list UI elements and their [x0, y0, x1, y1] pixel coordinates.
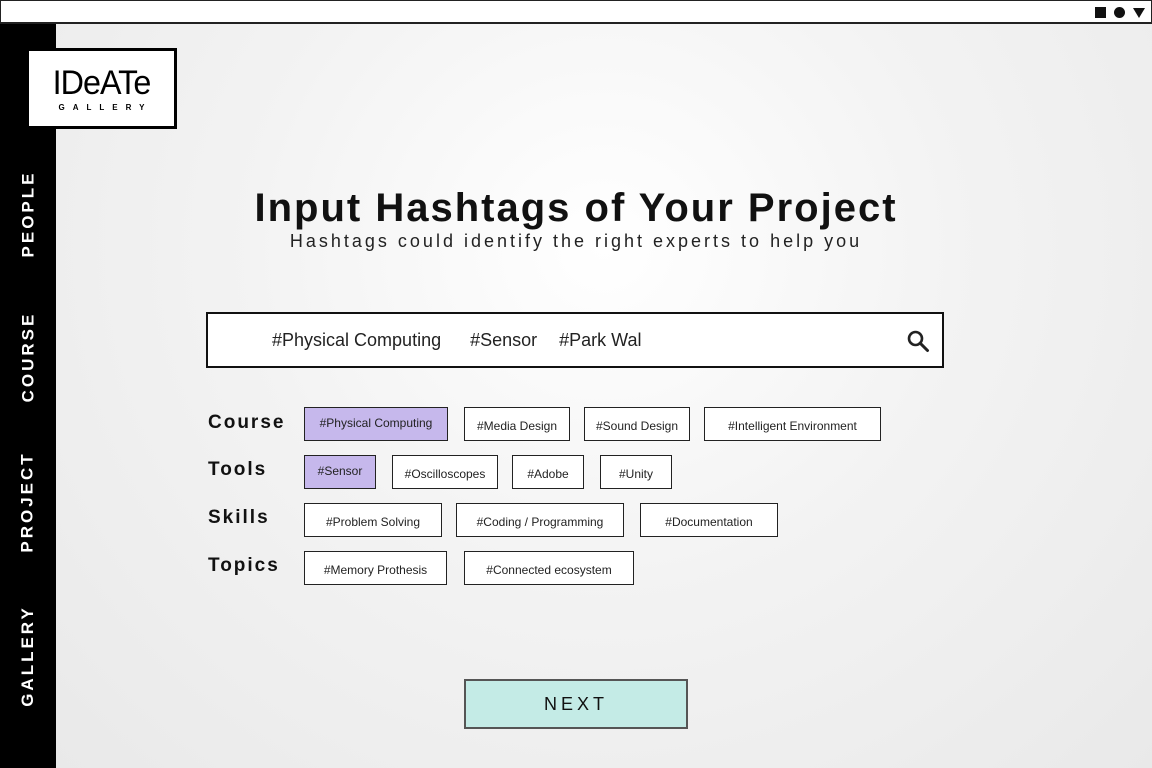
page-title: Input Hashtags of Your Project	[254, 186, 898, 230]
hashtag-search-input[interactable]: #Physical Computing #Sensor #Park Wal	[206, 312, 944, 368]
nav-item-gallery[interactable]: GALLERY	[0, 596, 56, 716]
logo-text: IDeATe	[52, 63, 152, 102]
next-button[interactable]: NEXT	[464, 679, 688, 729]
nav-item-course[interactable]: COURSE	[0, 297, 56, 417]
sidebar: PEOPLE COURSE PROJECT GALLERY	[0, 24, 56, 768]
tag-chip[interactable]: #Adobe	[512, 455, 584, 489]
search-icon[interactable]	[906, 329, 930, 353]
main-content	[56, 24, 1152, 768]
tag-chip[interactable]: #Oscilloscopes	[392, 455, 498, 489]
tag-chip[interactable]: #Media Design	[464, 407, 570, 441]
tag-chip[interactable]: #Connected ecosystem	[464, 551, 634, 585]
tag-chip[interactable]: #Documentation	[640, 503, 778, 537]
entered-hashtag[interactable]: #Physical Computing	[272, 330, 441, 351]
category-label-tools: Tools	[208, 459, 268, 480]
tag-chip-selected[interactable]: #Sensor	[304, 455, 376, 489]
tag-chip[interactable]: #Intelligent Environment	[704, 407, 881, 441]
logo-subtext: GALLERY	[58, 102, 153, 112]
tag-chip[interactable]: #Memory Prothesis	[304, 551, 447, 585]
category-label-skills: Skills	[208, 507, 270, 528]
circle-icon[interactable]	[1114, 7, 1125, 18]
nav-item-gallery-label: GALLERY	[18, 605, 37, 707]
category-label-course: Course	[208, 412, 286, 433]
tag-chip-selected[interactable]: #Physical Computing	[304, 407, 448, 441]
tag-chip[interactable]: #Sound Design	[584, 407, 690, 441]
square-icon[interactable]	[1095, 7, 1106, 18]
window-controls	[1095, 7, 1145, 18]
triangle-down-icon[interactable]	[1133, 7, 1145, 18]
logo[interactable]: IDeATe GALLERY	[26, 48, 177, 129]
tag-chip[interactable]: #Problem Solving	[304, 503, 442, 537]
nav-item-course-label: COURSE	[18, 311, 38, 403]
window-title-bar	[0, 0, 1152, 24]
nav-item-project[interactable]: PROJECT	[0, 442, 56, 562]
category-label-topics: Topics	[208, 555, 280, 576]
entered-hashtag[interactable]: #Sensor	[470, 330, 537, 351]
page-subtitle: Hashtags could identify the right expert…	[289, 231, 863, 251]
entered-hashtag-in-progress[interactable]: #Park Wal	[559, 330, 641, 351]
nav-item-project-label: PROJECT	[18, 451, 38, 553]
tag-chip[interactable]: #Coding / Programming	[456, 503, 624, 537]
tag-chip[interactable]: #Unity	[600, 455, 672, 489]
entered-hashtags: #Physical Computing #Sensor #Park Wal	[272, 314, 642, 366]
